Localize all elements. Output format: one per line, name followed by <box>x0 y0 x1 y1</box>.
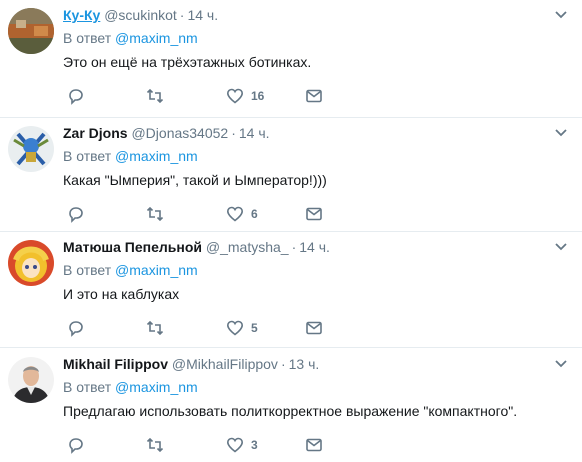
avatar[interactable] <box>8 240 54 286</box>
tweet-header: Zar Djons @Djonas34052 · 14 ч. <box>63 124 270 142</box>
envelope-icon <box>306 438 322 452</box>
envelope-icon <box>306 89 322 103</box>
reply-prefix: В ответ <box>63 379 112 395</box>
reply-button[interactable] <box>67 319 85 339</box>
direct-message-button[interactable] <box>305 436 323 456</box>
retweet-icon <box>146 88 164 104</box>
reply-icon <box>69 321 83 337</box>
retweet-icon <box>146 437 164 453</box>
user-handle[interactable]: @MikhailFilippov <box>172 356 278 372</box>
direct-message-button[interactable] <box>305 205 323 225</box>
chevron-down-icon[interactable] <box>554 242 568 252</box>
tweet-text: Какая "Ымперия", такой и Ымператор!))) <box>63 172 327 188</box>
retweet-button[interactable] <box>146 436 164 456</box>
tweet[interactable]: Zar Djons @Djonas34052 · 14 ч. В ответ @ma… <box>0 118 582 232</box>
retweet-button[interactable] <box>146 205 164 225</box>
reply-context: В ответ @maxim_nm <box>63 261 198 279</box>
tweet[interactable]: Матюша Пепельной @_matysha_ · 14 ч. В отве… <box>0 232 582 348</box>
avatar[interactable] <box>8 8 54 54</box>
direct-message-button[interactable] <box>305 87 323 107</box>
user-handle[interactable]: @Djonas34052 <box>131 125 228 141</box>
heart-icon <box>226 88 244 104</box>
chevron-down-icon[interactable] <box>554 128 568 138</box>
retweet-icon <box>146 206 164 222</box>
mention-link[interactable]: @maxim_nm <box>115 262 198 278</box>
tweet-text: Предлагаю использовать политкорректное в… <box>63 403 518 419</box>
avatar[interactable] <box>8 357 54 403</box>
timestamp[interactable]: 13 ч. <box>289 356 320 372</box>
retweet-icon <box>146 320 164 336</box>
user-handle[interactable]: @_matysha_ <box>206 239 289 255</box>
reply-button[interactable] <box>67 436 85 456</box>
mention-link[interactable]: @maxim_nm <box>115 30 198 46</box>
retweet-button[interactable] <box>146 319 164 339</box>
reply-icon <box>69 438 83 454</box>
tweet[interactable]: Ку-Ку @scukinkot · 14 ч. В ответ @maxim_nm… <box>0 0 582 118</box>
envelope-icon <box>306 321 322 335</box>
tweet-header: Ку-Ку @scukinkot · 14 ч. <box>63 6 218 24</box>
chevron-down-icon[interactable] <box>554 10 568 20</box>
tweet-header: Mikhail Filippov @MikhailFilippov · 13 ч. <box>63 355 319 373</box>
retweet-button[interactable] <box>146 87 164 107</box>
like-button[interactable] <box>226 205 244 225</box>
timestamp[interactable]: 14 ч. <box>239 125 270 141</box>
reply-button[interactable] <box>67 87 85 107</box>
tweet-text: Это он ещё на трёхэтажных ботинках. <box>63 54 312 70</box>
like-count: 6 <box>251 207 258 221</box>
reply-context: В ответ @maxim_nm <box>63 29 198 47</box>
separator-dot: · <box>280 356 286 372</box>
reply-prefix: В ответ <box>63 148 112 164</box>
direct-message-button[interactable] <box>305 319 323 339</box>
like-button[interactable] <box>226 87 244 107</box>
reply-prefix: В ответ <box>63 262 112 278</box>
timestamp[interactable]: 14 ч. <box>299 239 330 255</box>
reply-context: В ответ @maxim_nm <box>63 147 198 165</box>
reply-icon <box>69 207 83 223</box>
heart-icon <box>226 437 244 453</box>
like-button[interactable] <box>226 319 244 339</box>
reply-icon <box>69 89 83 105</box>
separator-dot: · <box>291 239 297 255</box>
like-count: 5 <box>251 321 258 335</box>
separator-dot: · <box>231 125 236 141</box>
mention-link[interactable]: @maxim_nm <box>115 148 198 164</box>
reply-context: В ответ @maxim_nm <box>63 378 198 396</box>
envelope-icon <box>306 207 322 221</box>
like-button[interactable] <box>226 436 244 456</box>
timestamp[interactable]: 14 ч. <box>187 7 218 23</box>
display-name[interactable]: Матюша Пепельной <box>63 239 202 255</box>
like-count: 16 <box>251 89 265 103</box>
avatar[interactable] <box>8 126 54 172</box>
reply-button[interactable] <box>67 205 85 225</box>
chevron-down-icon[interactable] <box>554 359 568 369</box>
user-handle[interactable]: @scukinkot <box>104 7 177 23</box>
tweet[interactable]: Mikhail Filippov @MikhailFilippov · 13 ч. … <box>0 349 582 462</box>
display-name[interactable]: Zar Djons <box>63 125 128 141</box>
heart-icon <box>226 320 244 336</box>
mention-link[interactable]: @maxim_nm <box>115 379 198 395</box>
display-name[interactable]: Mikhail Filippov <box>63 356 168 372</box>
tweet-header: Матюша Пепельной @_matysha_ · 14 ч. <box>63 238 330 256</box>
heart-icon <box>226 206 244 222</box>
display-name[interactable]: Ку-Ку <box>63 7 100 23</box>
separator-dot: · <box>179 7 185 23</box>
tweet-text: И это на каблуках <box>63 286 180 302</box>
like-count: 3 <box>251 438 258 452</box>
reply-prefix: В ответ <box>63 30 112 46</box>
